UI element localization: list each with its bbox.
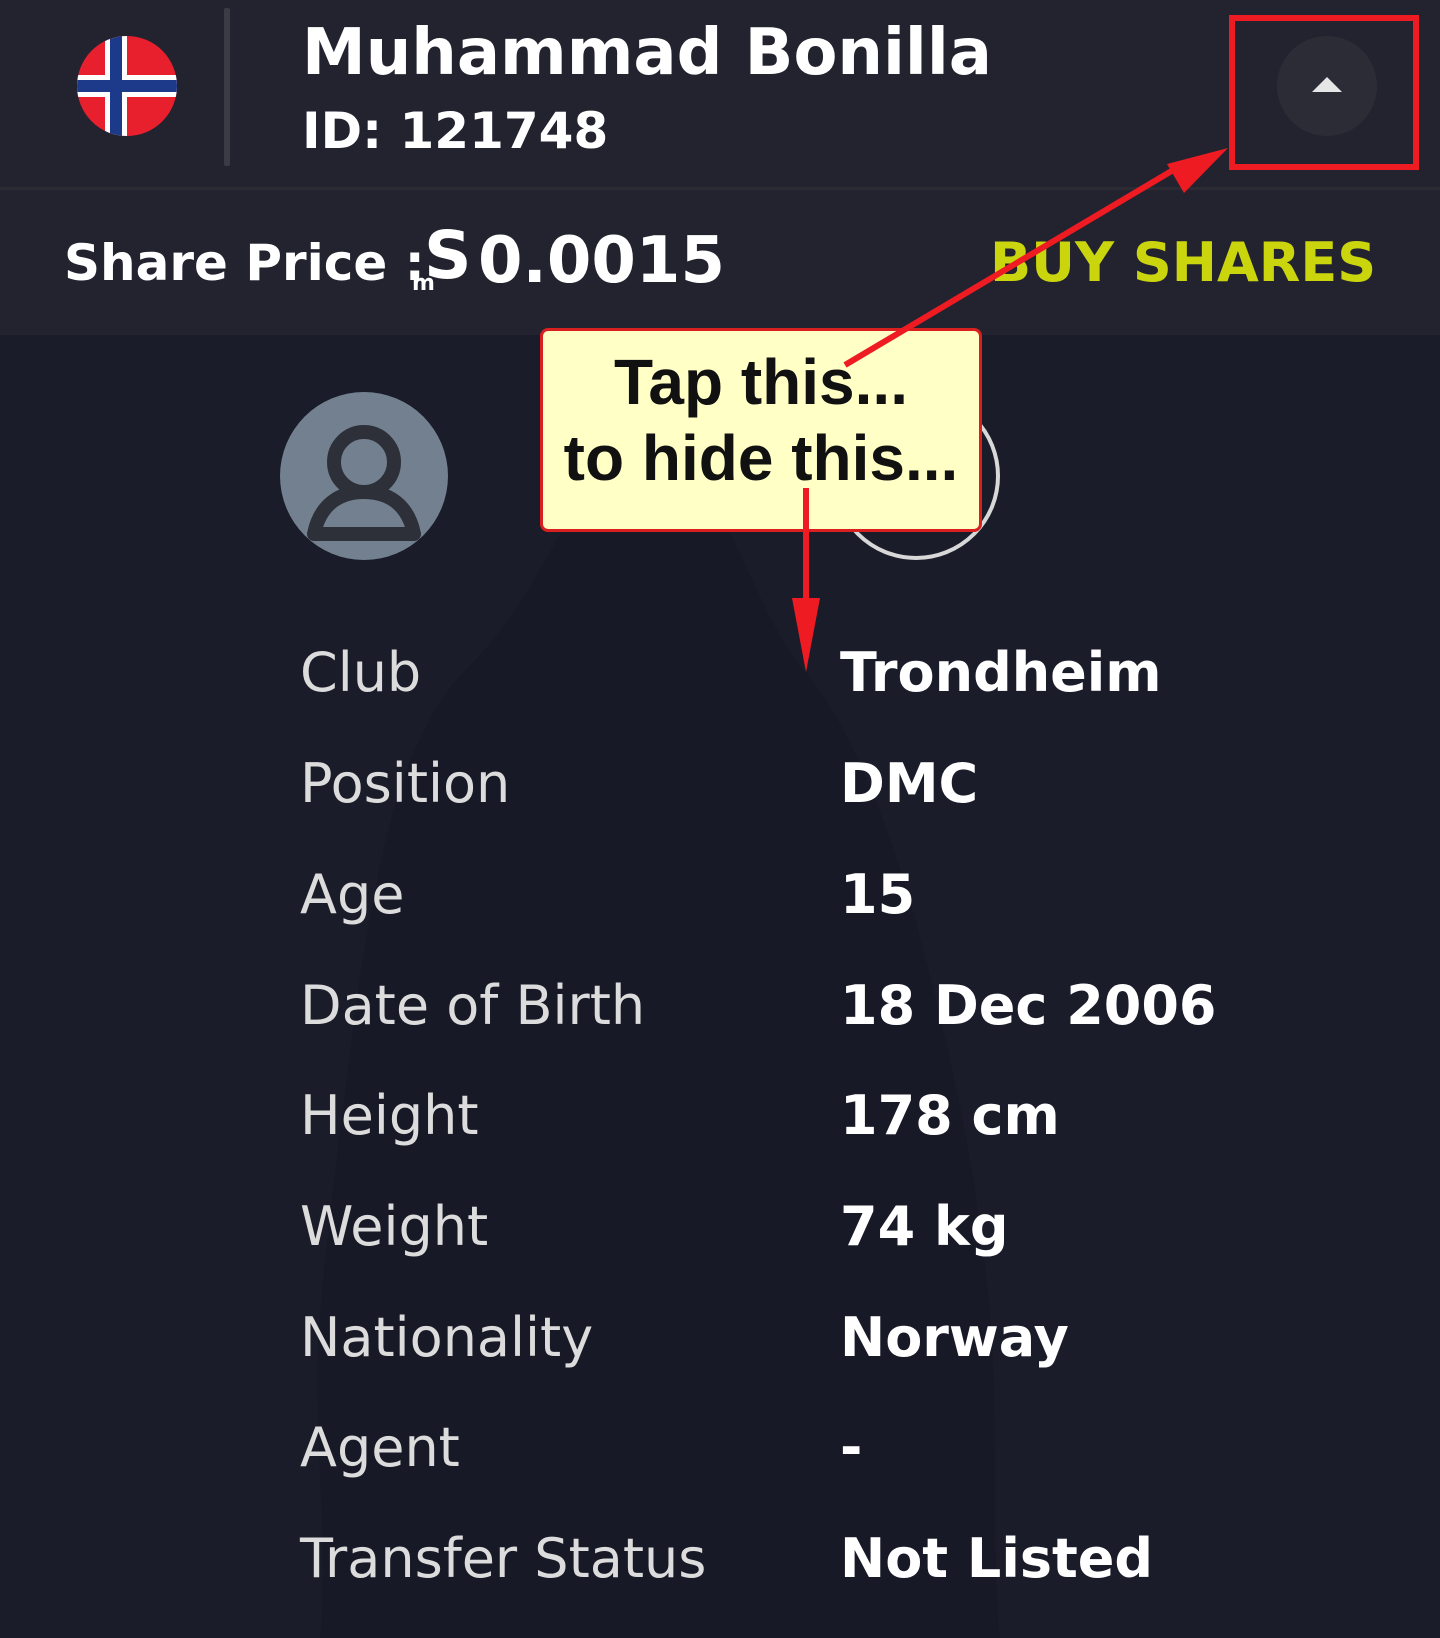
player-avatar	[280, 392, 448, 560]
buy-shares-button[interactable]: BUY SHARES	[990, 230, 1376, 296]
detail-row-club: Club Trondheim	[0, 638, 1440, 738]
detail-label: Position	[300, 752, 511, 815]
detail-value: Trondheim	[840, 641, 1162, 704]
player-header: Muhammad Bonilla ID: 121748	[0, 0, 1440, 190]
detail-label: Weight	[300, 1195, 489, 1258]
user-icon	[307, 425, 421, 541]
detail-label: Nationality	[300, 1306, 594, 1369]
annotation-callout: Tap this... to hide this...	[540, 328, 982, 532]
detail-label: Date of Birth	[300, 974, 646, 1037]
detail-row-agent: Agent -	[0, 1413, 1440, 1513]
detail-row-age: Age 15	[0, 860, 1440, 960]
norway-flag-icon	[77, 36, 177, 136]
detail-value: Not Listed	[840, 1527, 1154, 1590]
share-price-value: 0.0015	[478, 224, 725, 298]
detail-label: Height	[300, 1084, 479, 1147]
share-price-bar: Share Price : S m 0.0015 BUY SHARES	[0, 190, 1440, 335]
detail-value: 15	[840, 863, 916, 926]
detail-value: Norway	[840, 1306, 1069, 1369]
player-id: ID: 121748	[302, 102, 609, 160]
detail-row-weight: Weight 74 kg	[0, 1192, 1440, 1292]
annotation-highlight-box	[1229, 15, 1419, 170]
detail-row-transfer-status: Transfer Status Not Listed	[0, 1524, 1440, 1624]
detail-value: 18 Dec 2006	[840, 974, 1217, 1037]
detail-label: Club	[300, 641, 422, 704]
header-divider	[224, 8, 230, 166]
detail-row-position: Position DMC	[0, 749, 1440, 849]
detail-row-date-of-birth: Date of Birth 18 Dec 2006	[0, 971, 1440, 1071]
share-price-label: Share Price :	[64, 234, 425, 292]
detail-value: 178 cm	[840, 1084, 1060, 1147]
currency-icon: S m	[410, 217, 472, 296]
callout-line-1: Tap this...	[614, 346, 908, 418]
detail-value: -	[840, 1416, 863, 1479]
detail-label: Agent	[300, 1416, 460, 1479]
detail-label: Age	[300, 863, 405, 926]
detail-row-nationality: Nationality Norway	[0, 1303, 1440, 1403]
flag-graphic	[77, 36, 177, 136]
player-name: Muhammad Bonilla	[302, 16, 992, 90]
detail-value: 74 kg	[840, 1195, 1009, 1258]
detail-row-height: Height 178 cm	[0, 1081, 1440, 1181]
svg-text:m: m	[412, 271, 435, 294]
callout-line-2: to hide this...	[563, 422, 959, 494]
detail-value: DMC	[840, 752, 979, 815]
detail-label: Transfer Status	[300, 1527, 707, 1590]
